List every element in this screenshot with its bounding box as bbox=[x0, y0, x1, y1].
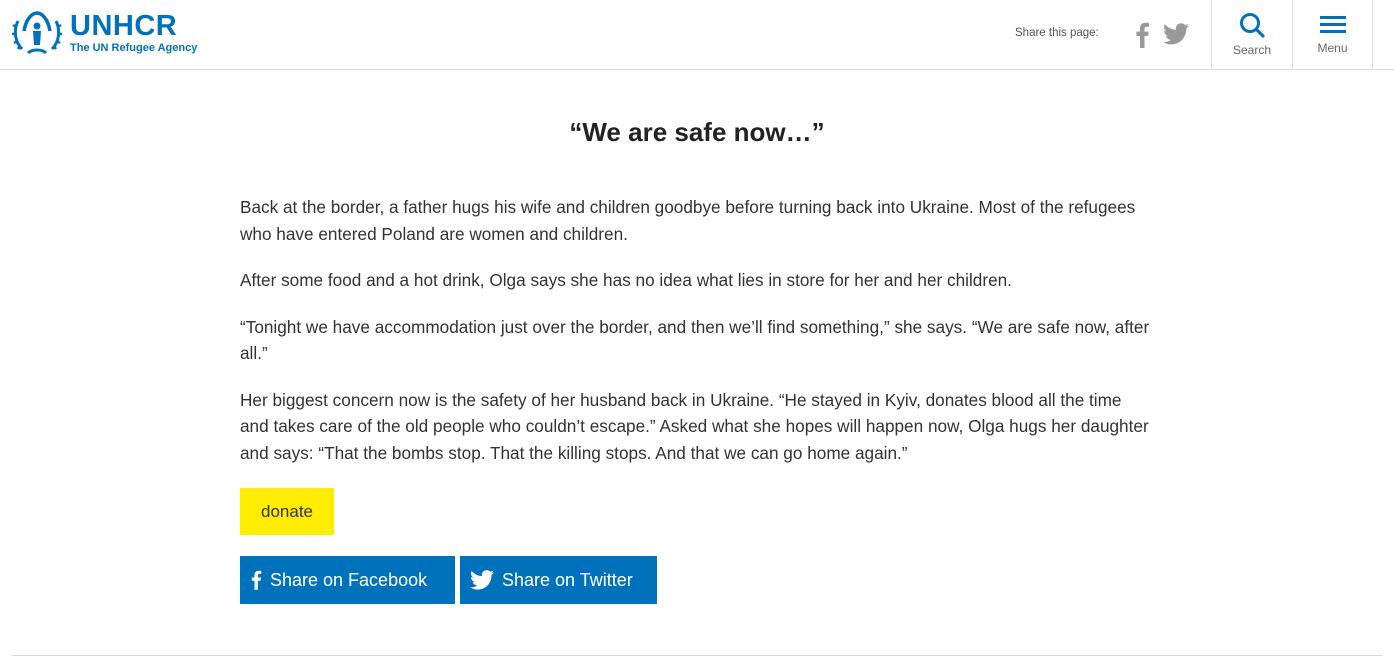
article-body: Back at the border, a father hugs his wi… bbox=[240, 194, 1154, 466]
divider bbox=[12, 655, 1382, 656]
share-page-label: Share this page: bbox=[1015, 27, 1099, 39]
menu-button[interactable]: Menu bbox=[1292, 0, 1373, 70]
share-on-facebook-label: Share on Facebook bbox=[270, 569, 428, 590]
article-content: “We are safe now…” Back at the border, a… bbox=[240, 70, 1154, 604]
twitter-icon bbox=[1163, 23, 1189, 45]
unhcr-logo[interactable]: UNHCR The UN Refugee Agency bbox=[12, 9, 197, 57]
share-on-twitter-button[interactable]: Share on Twitter bbox=[460, 556, 657, 604]
article-paragraph: Her biggest concern now is the safety of… bbox=[240, 389, 1149, 463]
logo-tagline: The UN Refugee Agency bbox=[70, 42, 198, 54]
facebook-share-link[interactable] bbox=[1134, 22, 1150, 48]
search-label: Search bbox=[1232, 43, 1272, 57]
share-on-twitter-label: Share on Twitter bbox=[502, 569, 633, 590]
search-icon bbox=[1240, 13, 1265, 38]
twitter-share-link[interactable] bbox=[1163, 23, 1189, 47]
logo-name: UNHCR bbox=[70, 10, 178, 42]
facebook-icon bbox=[250, 569, 262, 591]
site-header: UNHCR The UN Refugee Agency Share this p… bbox=[0, 0, 1394, 70]
article-paragraph: “Tonight we have accommodation just over… bbox=[240, 316, 1150, 364]
share-on-facebook-button[interactable]: Share on Facebook bbox=[240, 556, 455, 604]
search-button[interactable]: Search bbox=[1211, 0, 1292, 70]
article-paragraph: After some food and a hot drink, Olga sa… bbox=[240, 270, 1012, 290]
article-headline: “We are safe now…” bbox=[569, 117, 825, 147]
donate-button[interactable]: donate bbox=[240, 488, 334, 535]
hamburger-menu-icon bbox=[1319, 16, 1346, 33]
menu-label: Menu bbox=[1317, 41, 1348, 55]
article-paragraph: Back at the border, a father hugs his wi… bbox=[240, 197, 1136, 244]
share-buttons: Share on Facebook Share on Twitter bbox=[240, 556, 1154, 604]
unhcr-emblem-icon bbox=[12, 11, 62, 55]
twitter-icon bbox=[470, 570, 494, 590]
logo-text: UNHCR The UN Refugee Agency bbox=[70, 10, 198, 55]
facebook-icon bbox=[1136, 22, 1149, 48]
